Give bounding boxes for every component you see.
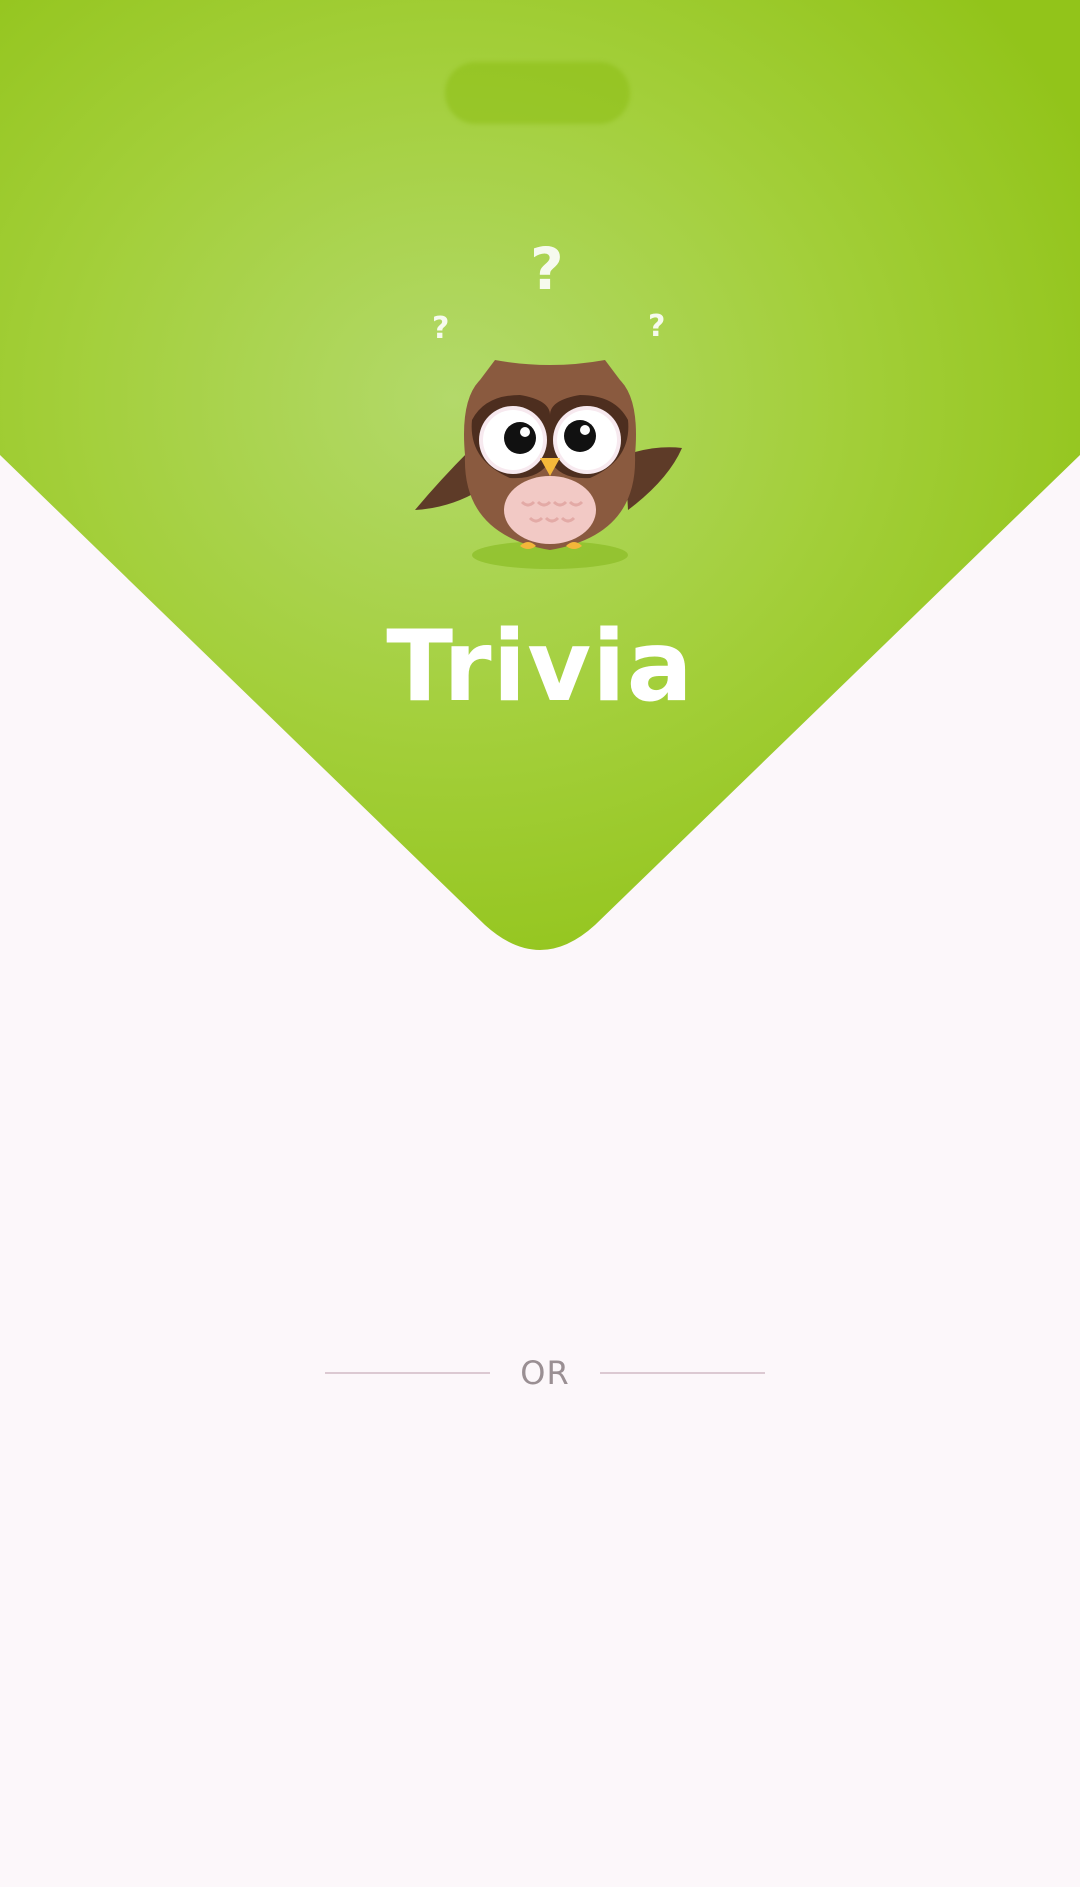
- question-mark-icon: ?: [432, 311, 450, 346]
- divider-line-right: [599, 1372, 765, 1374]
- owl-mascot-icon: [415, 360, 682, 569]
- or-divider: OR: [325, 1353, 765, 1393]
- camera-notch: [445, 62, 630, 124]
- divider-label: OR: [520, 1354, 570, 1392]
- app-title: Trivia: [386, 610, 694, 724]
- trivia-welcome-screen: ? ? ? Trivia OR: [0, 0, 1080, 1887]
- question-mark-icon: ?: [648, 309, 666, 344]
- question-mark-icon: ?: [530, 235, 564, 303]
- divider-line-left: [325, 1372, 490, 1374]
